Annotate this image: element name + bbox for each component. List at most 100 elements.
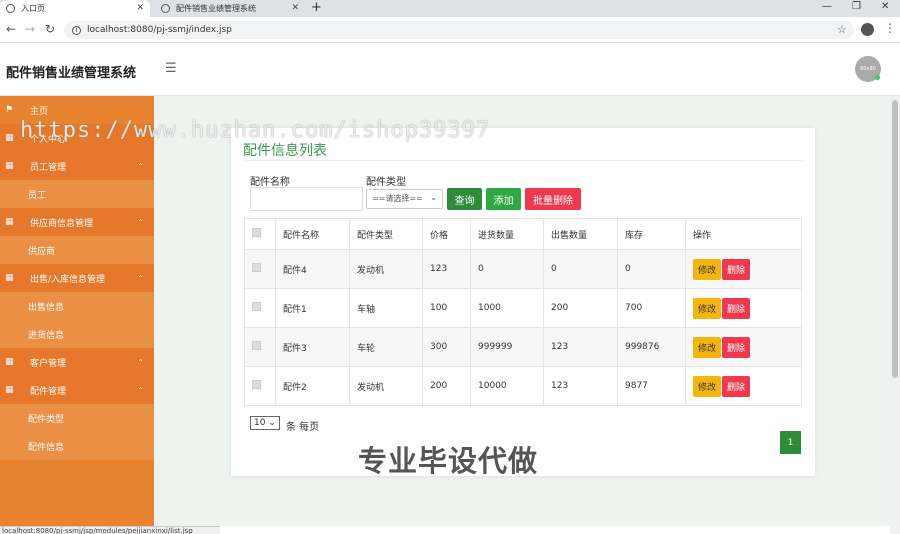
close-icon[interactable]: ✕ [136,3,144,13]
grid-icon: ▦ [5,273,14,283]
reload-icon[interactable]: ↻ [45,22,55,36]
bookmark-star-icon[interactable]: ☆ [837,23,847,36]
tab-title: 配件销售业绩管理系统 [176,4,256,13]
watermark-text: 专业毕设代做 [358,444,539,478]
cell-name: 配件2 [275,366,350,406]
cell-actions: 修改 删除 [685,327,802,367]
browser-tab-1[interactable]: 入口页 ✕ [0,0,150,17]
restore-icon[interactable]: ❐ [852,1,861,12]
cell-name: 配件3 [275,327,350,367]
edit-button[interactable]: 修改 [693,336,722,358]
delete-button[interactable]: 删除 [722,375,751,397]
sidebar-item-staff-mgmt[interactable]: ▦ 员工管理 ⌃ [0,152,154,180]
part-name-input[interactable] [250,187,363,211]
cell-sold-qty: 123 [543,327,618,367]
chevron-down-icon: ⌃ [137,161,144,171]
url-field[interactable]: i localhost:8080/pj-ssmj/index.jsp [64,21,854,39]
cell-actions: 修改 删除 [685,249,802,289]
browser-tab-2[interactable]: 配件销售业绩管理系统 ✕ [155,0,305,17]
close-window-icon[interactable]: ✕ [881,1,889,12]
cell-in-qty: 999999 [470,327,544,367]
column-header: 出售数量 [543,218,618,250]
edit-button[interactable]: 修改 [693,297,722,319]
cell-stock: 9877 [617,366,686,406]
row-checkbox[interactable] [252,302,261,311]
globe-icon [161,4,170,13]
sidebar-item-label: 配件管理 [30,386,67,397]
sidebar-item-supplier[interactable]: 供应商 [0,236,154,264]
per-page-text: 条 每页 [286,422,320,433]
select-all-checkbox[interactable] [252,228,261,237]
column-header: 进货数量 [470,218,544,250]
row-checkbox[interactable] [252,380,261,389]
edit-button[interactable]: 修改 [693,375,722,397]
row-checkbox[interactable] [252,263,261,272]
browser-tab-bar: 入口页 ✕ 配件销售业绩管理系统 ✕ + — ❐ ✕ [0,0,900,17]
cell-price: 123 [422,249,471,289]
close-icon[interactable]: ✕ [291,3,299,13]
cell-stock: 700 [617,288,686,328]
grid-icon: ▦ [5,133,14,143]
table-row: 配件1 车轴 100 1000 200 700 修改 删除 [244,288,802,328]
sidebar-item-label: 员工管理 [30,162,67,173]
page-1-button[interactable]: 1 [780,431,801,454]
chevron-down-icon: ⌃ [137,217,144,227]
cell-stock: 999876 [617,327,686,367]
avatar[interactable]: 80x80 [855,56,881,82]
profile-icon[interactable] [861,23,874,36]
url-text: localhost:8080/pj-ssmj/index.jsp [87,25,232,35]
globe-icon [6,4,15,13]
delete-button[interactable]: 删除 [722,336,751,358]
page-size-select[interactable]: 10 ⌄ [250,416,280,430]
cell-price: 100 [422,288,471,328]
watermark-url: https://www.huzhan.com/ishop39397 [20,118,491,143]
scrollbar-thumb[interactable] [892,100,898,378]
more-menu-icon[interactable]: ⋮ [884,21,896,35]
delete-button[interactable]: 删除 [722,297,751,319]
part-type-label: 配件类型 [366,177,406,188]
back-icon[interactable]: ← [6,22,16,36]
parts-table: 配件名称 配件类型 价格 进货数量 出售数量 库存 操作 配件4 发动机 123… [244,218,802,406]
cell-name: 配件4 [275,249,350,289]
add-button[interactable]: 添加 [486,188,521,210]
cell-price: 300 [422,327,471,367]
sidebar-item-sales-stock-mgmt[interactable]: ▦ 出售/入库信息管理 ⌃ [0,264,154,292]
sidebar-item-part-info[interactable]: 配件信息 [0,432,154,460]
cell-in-qty: 10000 [470,366,544,406]
address-bar: ← → ↻ i localhost:8080/pj-ssmj/index.jsp… [0,17,900,43]
cell-type: 车轴 [349,288,423,328]
cell-sold-qty: 200 [543,288,618,328]
sidebar-item-sales-info[interactable]: 出售信息 [0,292,154,320]
sidebar-item-staff[interactable]: 员工 [0,180,154,208]
chevron-down-icon: ⌄ [268,418,276,428]
page-title: 配件信息列表 [243,143,327,159]
sidebar-item-purchase-info[interactable]: 进货信息 [0,320,154,348]
info-icon[interactable]: i [72,25,81,35]
query-button[interactable]: 查询 [447,188,482,210]
batch-delete-button[interactable]: 批量删除 [525,188,581,210]
sidebar-item-part-types[interactable]: 配件类型 [0,404,154,432]
cell-type: 发动机 [349,249,423,289]
tab-title: 入口页 [21,4,45,13]
hamburger-menu-icon[interactable]: ☰ [165,61,177,76]
cell-sold-qty: 123 [543,366,618,406]
sidebar-item-parts-mgmt[interactable]: ▦ 配件管理 ⌃ [0,376,154,404]
sidebar-item-label: 供应商 [28,246,56,257]
new-tab-button[interactable]: + [311,0,322,16]
row-checkbox[interactable] [252,341,261,350]
cell-type: 发动机 [349,366,423,406]
sidebar-item-supplier-mgmt[interactable]: ▦ 供应商信息管理 ⌃ [0,208,154,236]
part-type-select[interactable]: ==请选择== ⌄ [366,189,443,209]
grid-icon: ▦ [5,357,14,367]
chevron-down-icon: ⌃ [137,273,144,283]
forward-icon[interactable]: → [25,22,35,36]
cell-in-qty: 1000 [470,288,544,328]
status-bar-url: localhost:8080/pj-ssmj/jsp/modules/peiji… [0,526,220,534]
minimize-icon[interactable]: — [822,1,832,12]
table-row: 配件4 发动机 123 0 0 0 修改 删除 [244,249,802,289]
online-status-dot [875,75,880,80]
edit-button[interactable]: 修改 [693,258,722,280]
sidebar-item-label: 客户管理 [30,358,67,369]
delete-button[interactable]: 删除 [722,258,751,280]
sidebar-item-customer-mgmt[interactable]: ▦ 客户管理 ⌃ [0,348,154,376]
